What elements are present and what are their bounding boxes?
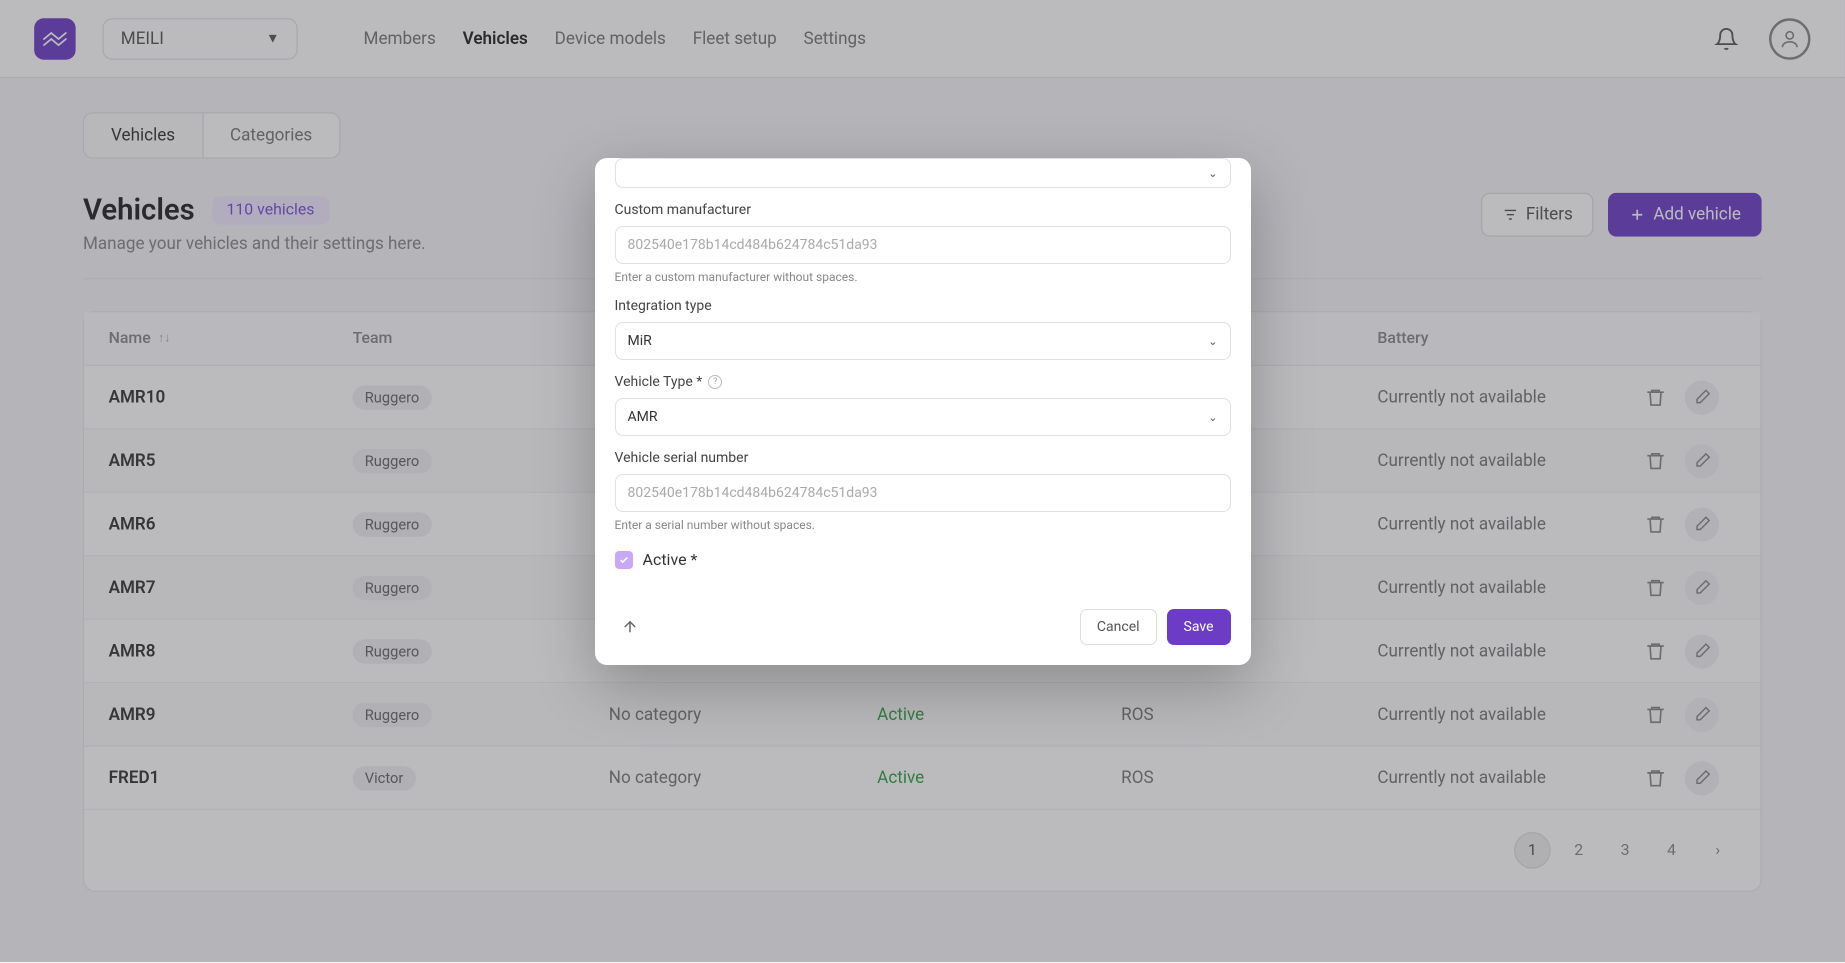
vehicle-type-value: AMR [628, 409, 658, 425]
serial-input[interactable] [615, 474, 1231, 512]
info-icon[interactable]: ? [708, 375, 722, 389]
modal-overlay[interactable]: ⌄ Custom manufacturer Enter a custom man… [0, 0, 1845, 962]
serial-help: Enter a serial number without spaces. [615, 518, 1231, 532]
scroll-up-button[interactable] [615, 612, 645, 642]
custom-manufacturer-help: Enter a custom manufacturer without spac… [615, 270, 1231, 284]
chevron-down-icon: ⌄ [1208, 335, 1217, 348]
vehicle-type-label: Vehicle Type * ? [615, 374, 1231, 390]
arrow-up-icon [621, 618, 639, 636]
custom-manufacturer-input[interactable] [615, 226, 1231, 264]
chevron-down-icon: ⌄ [1208, 167, 1217, 180]
custom-manufacturer-label: Custom manufacturer [615, 202, 1231, 218]
save-button[interactable]: Save [1167, 609, 1231, 645]
chevron-down-icon: ⌄ [1208, 411, 1217, 424]
integration-type-select[interactable]: MiR ⌄ [615, 322, 1231, 360]
active-label: Active * [643, 550, 698, 569]
vehicle-form-modal: ⌄ Custom manufacturer Enter a custom man… [595, 158, 1251, 665]
integration-type-value: MiR [628, 333, 652, 349]
serial-label: Vehicle serial number [615, 450, 1231, 466]
active-checkbox[interactable] [615, 551, 633, 569]
vehicle-type-select[interactable]: AMR ⌄ [615, 398, 1231, 436]
cancel-button[interactable]: Cancel [1080, 609, 1157, 645]
check-icon [619, 555, 629, 565]
integration-type-label: Integration type [615, 298, 1231, 314]
top-select[interactable]: ⌄ [615, 158, 1231, 188]
